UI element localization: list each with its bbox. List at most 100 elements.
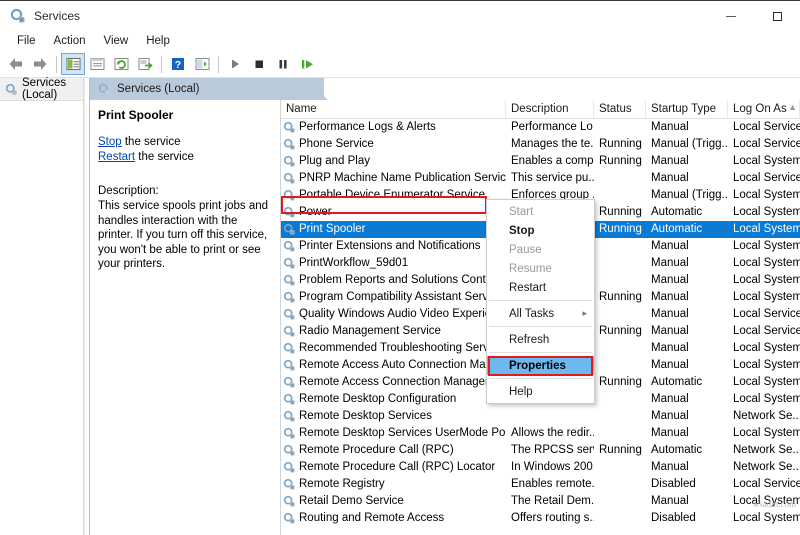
properties-icon[interactable] — [85, 53, 109, 75]
menu-item-help[interactable]: Help — [487, 382, 594, 401]
stop-service-link[interactable]: Stop — [98, 136, 122, 148]
cell-status: Running — [594, 204, 646, 221]
table-row[interactable]: Plug and PlayEnables a comp...RunningMan… — [281, 153, 800, 170]
cell-startup-type: Manual — [646, 408, 728, 425]
column-header-status[interactable]: Status — [594, 100, 646, 118]
cell-name: Portable Device Enumerator Service — [281, 187, 506, 204]
service-name-text: Performance Logs & Alerts — [299, 119, 436, 136]
service-name-text: Quality Windows Audio Video Experie — [299, 306, 491, 323]
cell-startup-type: Manual — [646, 255, 728, 272]
service-name-text: Remote Desktop Services UserMode Port R.… — [299, 425, 506, 442]
column-header-description[interactable]: Description — [506, 100, 594, 118]
menu-file[interactable]: File — [8, 34, 45, 48]
service-icon — [283, 189, 296, 202]
menu-item-all-tasks[interactable]: All Tasks▸ — [487, 304, 594, 323]
cell-status: Running — [594, 153, 646, 170]
menu-separator — [489, 300, 592, 301]
window-controls — [708, 1, 800, 31]
table-row[interactable]: PNRP Machine Name Publication ServiceThi… — [281, 170, 800, 187]
cell-status — [594, 119, 646, 136]
show-hide-console-tree-icon[interactable] — [61, 53, 85, 75]
service-icon — [283, 121, 296, 134]
menu-item-restart[interactable]: Restart — [487, 278, 594, 297]
menu-item-refresh[interactable]: Refresh — [487, 330, 594, 349]
cell-name: Remote Procedure Call (RPC) Locator — [281, 459, 506, 476]
service-icon — [283, 257, 296, 270]
menu-item-stop[interactable]: Stop — [487, 221, 594, 240]
cell-status: Running — [594, 289, 646, 306]
cell-log-on-as: Network Se... — [728, 408, 800, 425]
context-menu: StartStopPauseResumeRestartAll Tasks▸Ref… — [486, 199, 595, 404]
table-row[interactable]: Remote Desktop Services UserMode Port R.… — [281, 425, 800, 442]
cell-startup-type: Manual (Trigg... — [646, 187, 728, 204]
svg-text:?: ? — [175, 59, 181, 71]
back-arrow-icon[interactable] — [4, 53, 28, 75]
cell-name: Remote Desktop Configuration — [281, 391, 506, 408]
menu-item-properties[interactable]: Properties — [487, 356, 594, 375]
refresh-icon[interactable] — [109, 53, 133, 75]
table-row[interactable]: Remote Procedure Call (RPC) LocatorIn Wi… — [281, 459, 800, 476]
menu-item-label: Start — [509, 206, 533, 218]
table-row[interactable]: Performance Logs & AlertsPerformance Lo.… — [281, 119, 800, 136]
cell-log-on-as: Local System — [728, 289, 800, 306]
menu-view[interactable]: View — [95, 34, 138, 48]
column-header-startup-type[interactable]: Startup Type — [646, 100, 728, 118]
cell-status — [594, 459, 646, 476]
cell-name: Remote Access Connection Manager — [281, 374, 506, 391]
service-icon — [283, 325, 296, 338]
service-icon — [283, 223, 296, 236]
service-icon — [283, 206, 296, 219]
toolbar-separator — [56, 56, 57, 73]
menu-action[interactable]: Action — [45, 34, 95, 48]
cell-name: Retail Demo Service — [281, 493, 506, 510]
service-name-text: Power — [299, 204, 332, 221]
cell-log-on-as: Local System — [728, 425, 800, 442]
help-icon[interactable]: ? — [166, 53, 190, 75]
restart-service-link[interactable]: Restart — [98, 151, 135, 163]
tab-corner — [324, 78, 800, 100]
service-name-text: PrintWorkflow_59d01 — [299, 255, 408, 272]
toolbar-separator-3 — [218, 56, 219, 73]
table-row[interactable]: Remote RegistryEnables remote...Disabled… — [281, 476, 800, 493]
tree-item-services-local[interactable]: Services (Local) — [0, 78, 83, 101]
cell-log-on-as: Network Se... — [728, 442, 800, 459]
menu-item-pause: Pause — [487, 240, 594, 259]
service-name-text: Phone Service — [299, 136, 374, 153]
restart-service-icon[interactable] — [295, 53, 319, 75]
cell-status — [594, 357, 646, 374]
start-service-icon[interactable] — [223, 53, 247, 75]
cell-name: Remote Desktop Services — [281, 408, 506, 425]
window-title: Services — [34, 9, 80, 23]
cell-status — [594, 170, 646, 187]
table-row[interactable]: Phone ServiceManages the te...RunningMan… — [281, 136, 800, 153]
menu-help[interactable]: Help — [137, 34, 179, 48]
pane-body: Print Spooler Stop the service Restart t… — [90, 100, 800, 535]
tree-item-label: Services (Local) — [22, 77, 83, 101]
forward-arrow-icon[interactable] — [28, 53, 52, 75]
table-row[interactable]: Remote Procedure Call (RPC)The RPCSS ser… — [281, 442, 800, 459]
show-hide-action-pane-icon[interactable] — [190, 53, 214, 75]
stop-service-icon[interactable] — [247, 53, 271, 75]
cell-status — [594, 255, 646, 272]
maximize-button[interactable] — [754, 1, 800, 31]
table-row[interactable]: Remote Desktop Services ManualNetwork Se.… — [281, 408, 800, 425]
service-icon — [283, 495, 296, 508]
minimize-button[interactable] — [708, 1, 754, 31]
cell-startup-type: Manual — [646, 306, 728, 323]
column-header-name[interactable]: Name — [281, 100, 506, 118]
maximize-icon — [773, 12, 782, 21]
cell-status: Running — [594, 442, 646, 459]
cell-description: Enables remote... — [506, 476, 594, 493]
cell-status: Running — [594, 221, 646, 238]
service-icon — [283, 410, 296, 423]
table-row[interactable]: Retail Demo ServiceThe Retail Dem...Manu… — [281, 493, 800, 510]
pause-service-icon[interactable] — [271, 53, 295, 75]
service-icon — [283, 359, 296, 372]
toolbar-separator-2 — [161, 56, 162, 73]
cell-startup-type: Manual — [646, 119, 728, 136]
export-list-icon[interactable] — [133, 53, 157, 75]
scroll-up-icon[interactable]: ▲ — [788, 102, 797, 112]
cell-name: Plug and Play — [281, 153, 506, 170]
menu-separator — [489, 352, 592, 353]
cell-name: Printer Extensions and Notifications — [281, 238, 506, 255]
